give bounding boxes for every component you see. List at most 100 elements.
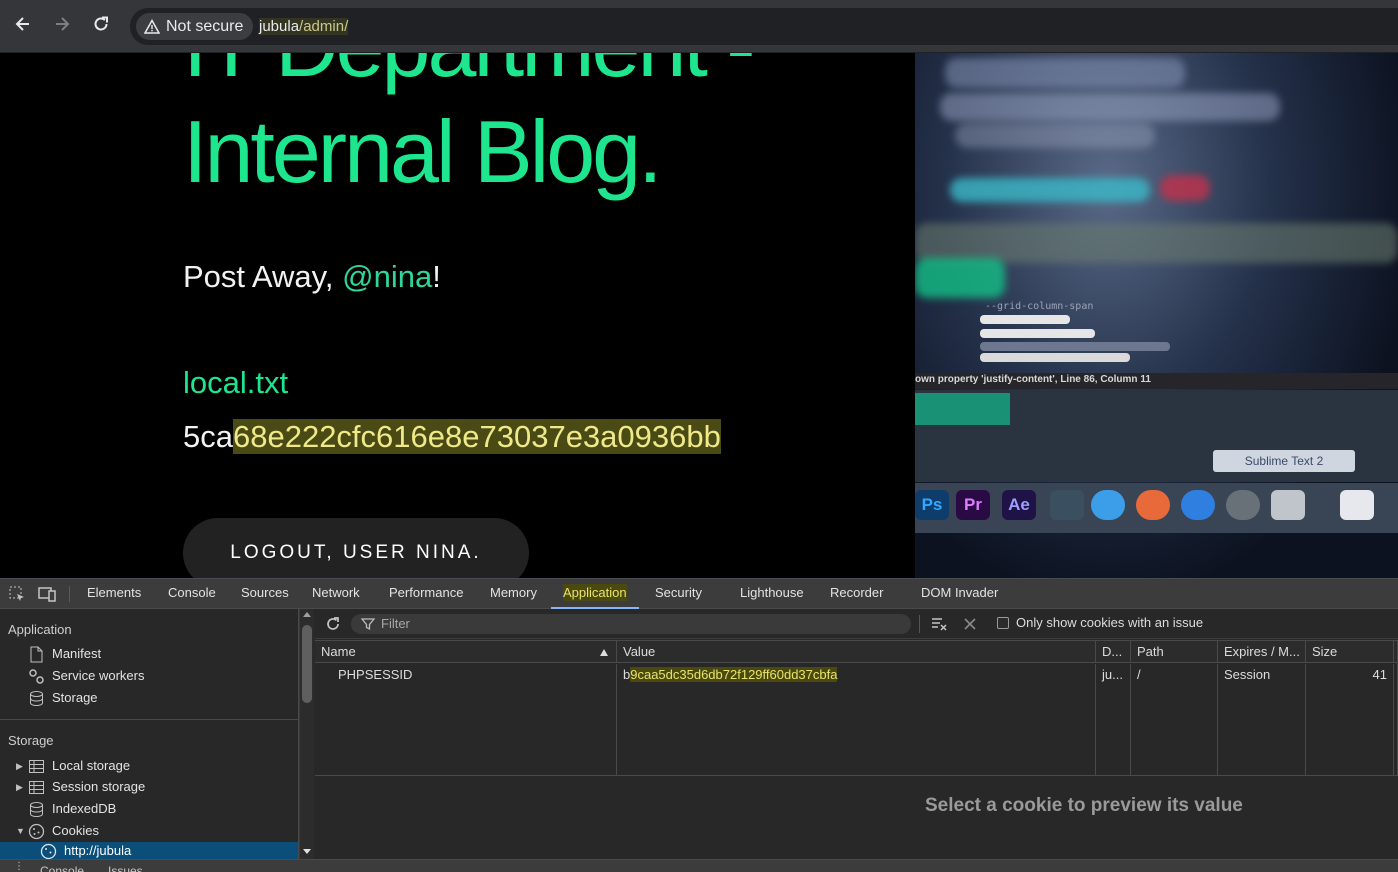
- device-toggle-icon[interactable]: [38, 585, 56, 603]
- sidebar-divider: [0, 719, 298, 720]
- table-icon: [29, 759, 44, 773]
- reload-icon: [94, 16, 108, 31]
- after-effects-icon: Ae: [1002, 490, 1036, 520]
- database-icon: [30, 801, 43, 817]
- arrow-right-icon: [56, 17, 70, 31]
- tab-memory[interactable]: Memory: [490, 579, 537, 609]
- sidebar-item-cookies[interactable]: ▼ Cookies: [16, 820, 99, 842]
- refresh-icon[interactable]: [324, 615, 342, 633]
- table-icon: [29, 780, 44, 794]
- sidebar-item-session-storage[interactable]: ▶ Session storage: [16, 776, 145, 798]
- cookie-value-highlight: 9caa5dc35d6db72f129ff60dd37cbfa: [630, 667, 838, 682]
- devtools-panel: Elements Console Sources Network Perform…: [0, 578, 1398, 872]
- column-header-name[interactable]: Name: [315, 641, 617, 663]
- tab-performance[interactable]: Performance: [389, 579, 463, 609]
- url-host: jubula: [259, 18, 300, 35]
- local-file-link[interactable]: local.txt: [183, 365, 288, 401]
- column-header-domain[interactable]: D...: [1096, 641, 1131, 663]
- tab-lighthouse[interactable]: Lighthouse: [740, 579, 804, 609]
- column-header-expires[interactable]: Expires / M...: [1218, 641, 1306, 663]
- cookies-toolbar: Filter Only show cookies with an issue: [315, 609, 1398, 639]
- tab-recorder[interactable]: Recorder: [830, 579, 883, 609]
- inspect-element-icon[interactable]: [8, 585, 26, 603]
- only-issues-label: Only show cookies with an issue: [1016, 615, 1204, 630]
- sidebar-section-application: Application: [8, 622, 72, 637]
- image-blur-5: [1160, 175, 1210, 201]
- cell-cookie-value[interactable]: b9caa5dc35d6db72f129ff60dd37cbfa: [617, 664, 1096, 776]
- image-blur-2: [940, 93, 1280, 121]
- clear-filtered-icon[interactable]: [930, 615, 948, 633]
- column-header-name-label: Name: [321, 644, 356, 659]
- greeting-text: Post Away, @nina!: [183, 259, 441, 295]
- column-header-filler: [1394, 641, 1398, 663]
- delete-selected-icon[interactable]: [961, 615, 979, 633]
- sidebar-item-service-workers[interactable]: Service workers: [28, 665, 144, 687]
- greeting-user: @nina: [342, 259, 433, 294]
- tab-security[interactable]: Security: [655, 579, 702, 609]
- sidebar-item-indexeddb[interactable]: IndexedDB: [28, 798, 116, 820]
- drawer-tab-issues[interactable]: Issues: [108, 864, 143, 872]
- column-header-size[interactable]: Size: [1306, 641, 1394, 663]
- forward-button[interactable]: [50, 14, 74, 38]
- column-header-value[interactable]: Value: [617, 641, 1096, 663]
- tab-console[interactable]: Console: [168, 579, 216, 609]
- filter-placeholder: Filter: [381, 616, 410, 631]
- document-app-icon: [1340, 490, 1374, 520]
- filter-input[interactable]: Filter: [351, 614, 911, 634]
- cookie-icon: [40, 843, 57, 859]
- web-page: IT Department - Internal Blog. Post Away…: [0, 53, 1398, 578]
- sidebar-item-cookie-origin[interactable]: http://jubula: [40, 840, 131, 859]
- only-issues-checkbox[interactable]: [997, 616, 1009, 629]
- back-button[interactable]: [11, 14, 35, 38]
- scroll-down-icon[interactable]: [303, 849, 311, 854]
- tab-dom-invader[interactable]: DOM Invader: [921, 579, 998, 609]
- hash-highlight: 68e222cfc616e8e73037e3a0936bb: [232, 419, 721, 454]
- image-blur-1: [945, 58, 1185, 88]
- image-code-line-4: [980, 353, 1130, 362]
- image-code-line-1: [980, 315, 1070, 324]
- sidebar-item-local-storage-label: Local storage: [52, 758, 131, 773]
- expand-arrow-icon[interactable]: ▶: [16, 755, 23, 777]
- preview-app-icon: [1271, 490, 1305, 520]
- cookies-table: Name Value D... Path Expires / M... Size…: [315, 640, 1398, 776]
- sidebar-item-indexeddb-label: IndexedDB: [52, 801, 117, 816]
- toolbar-divider: [919, 615, 920, 633]
- image-tooltip: Sublime Text 2: [1213, 450, 1355, 472]
- drawer-menu-icon[interactable]: ⋮: [14, 861, 24, 872]
- xcode-icon: [1050, 490, 1084, 520]
- greeting-prefix: Post Away,: [183, 259, 343, 294]
- sidebar-item-local-storage[interactable]: ▶ Local storage: [16, 755, 131, 777]
- security-label: Not secure: [166, 18, 244, 35]
- sidebar-scrollbar[interactable]: [299, 609, 314, 859]
- database-icon: [30, 690, 43, 706]
- tab-elements[interactable]: Elements: [87, 579, 141, 609]
- devtools-tabbar: Elements Console Sources Network Perform…: [0, 579, 1398, 609]
- only-issues-toggle[interactable]: Only show cookies with an issue: [997, 615, 1203, 630]
- tab-sources[interactable]: Sources: [241, 579, 289, 609]
- expand-arrow-icon[interactable]: ▶: [16, 776, 23, 798]
- collapse-arrow-icon[interactable]: ▼: [16, 820, 25, 842]
- logout-button[interactable]: LOGOUT, USER NINA.: [183, 518, 529, 578]
- cookies-panel: Filter Only show cookies with an issue N…: [315, 609, 1398, 859]
- drawer-tab-console[interactable]: Console: [40, 864, 84, 872]
- cell-cookie-expires[interactable]: Session: [1218, 664, 1306, 776]
- column-header-path[interactable]: Path: [1131, 641, 1218, 663]
- tab-network[interactable]: Network: [312, 579, 360, 609]
- sidebar-item-cookie-origin-label: http://jubula: [64, 843, 132, 858]
- security-chip[interactable]: Not secure: [136, 13, 254, 40]
- tab-application[interactable]: Application: [551, 579, 639, 609]
- scroll-up-icon[interactable]: [303, 612, 311, 617]
- cell-cookie-domain[interactable]: ju...: [1096, 664, 1131, 776]
- cell-cookie-name[interactable]: PHPSESSID: [315, 664, 617, 776]
- sidebar-item-manifest[interactable]: Manifest: [28, 643, 101, 665]
- address-bar[interactable]: Not secure jubula/admin/: [130, 8, 1398, 45]
- books-icon: [1136, 490, 1170, 520]
- hash-value: 5ca68e222cfc616e8e73037e3a0936bb: [183, 419, 721, 455]
- sidebar-item-storage-overview[interactable]: Storage: [28, 687, 98, 709]
- reload-button[interactable]: [89, 14, 113, 38]
- url-text[interactable]: jubula/admin/: [259, 8, 349, 45]
- document-icon: [30, 646, 43, 662]
- sidebar-scroll-thumb[interactable]: [302, 625, 312, 703]
- cell-cookie-size[interactable]: 41: [1306, 664, 1394, 776]
- cell-cookie-path[interactable]: /: [1131, 664, 1218, 776]
